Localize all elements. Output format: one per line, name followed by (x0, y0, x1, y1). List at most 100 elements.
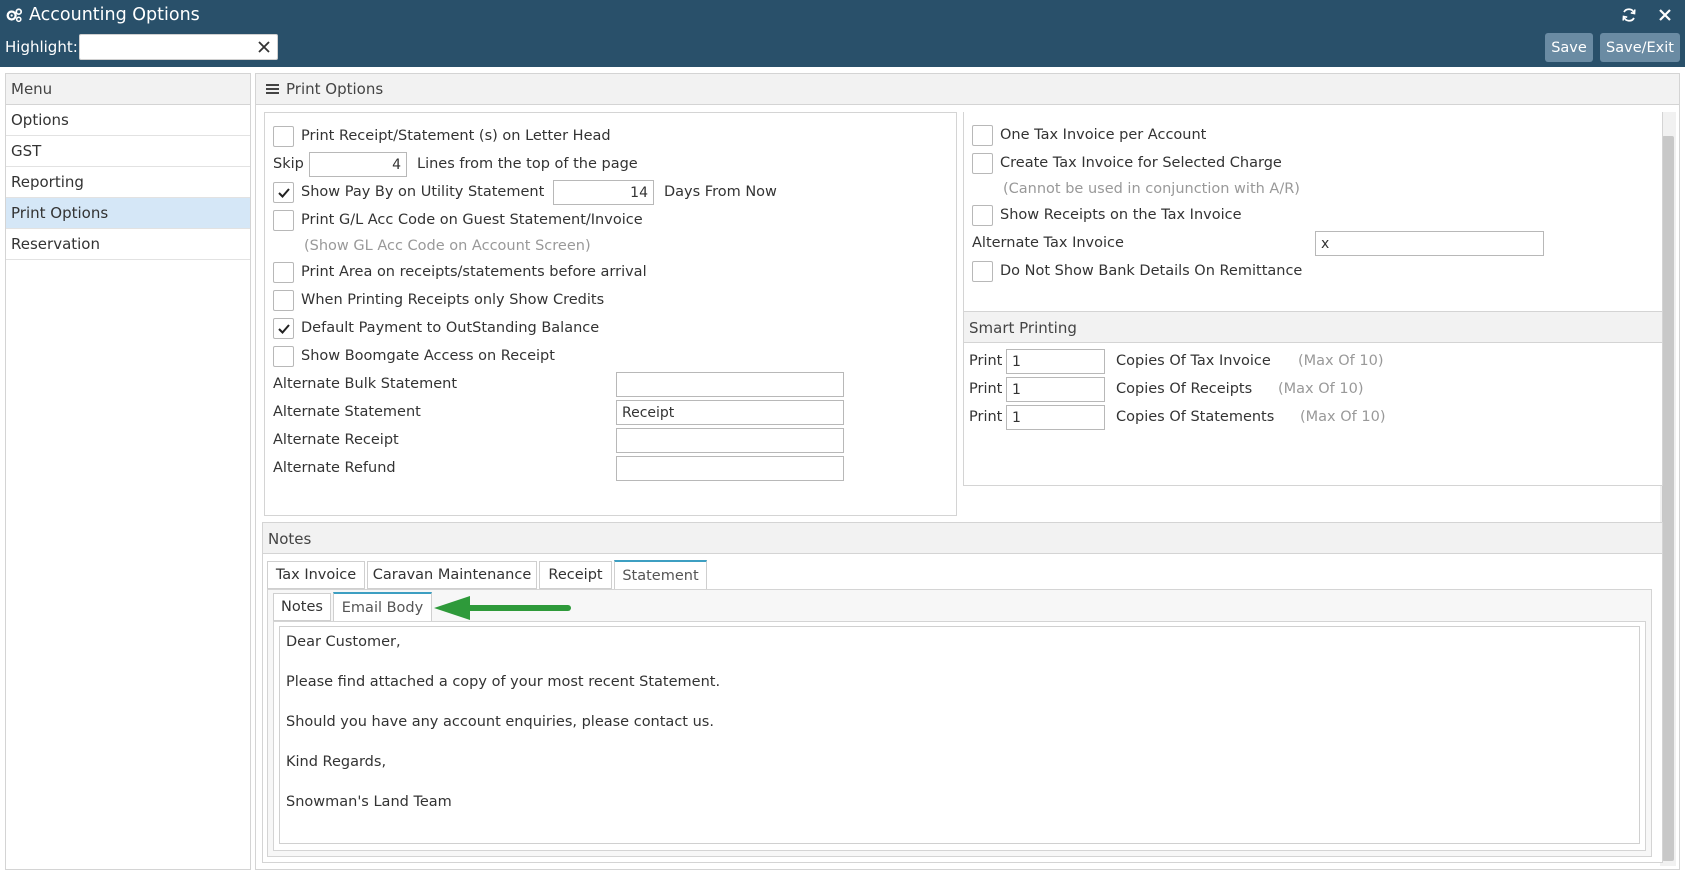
tab-tax-invoice[interactable]: Tax Invoice (267, 561, 365, 589)
no-bank-details-checkbox[interactable] (972, 261, 993, 282)
menu-header: Menu (6, 74, 250, 105)
print-gl-code-checkbox[interactable] (273, 210, 294, 231)
statements-max-label: (Max Of 10) (1300, 409, 1386, 425)
print-prefix-label: Print (969, 409, 1003, 425)
highlight-input[interactable] (84, 37, 254, 57)
email-body-editor[interactable]: Dear Customer, Please find attached a co… (279, 626, 1640, 844)
left-options-group: Print Receipt/Statement (s) on Letter He… (264, 112, 957, 516)
email-line: Kind Regards, (286, 754, 387, 770)
save-exit-button[interactable]: Save/Exit (1600, 33, 1680, 62)
notes-header: Notes (263, 523, 1662, 554)
print-letterhead-label: Print Receipt/Statement (s) on Letter He… (301, 128, 611, 144)
email-line: Should you have any account enquiries, p… (286, 714, 714, 730)
receipts-max-label: (Max Of 10) (1278, 381, 1364, 397)
skip-label: Skip (273, 156, 304, 172)
show-receipts-label: Show Receipts on the Tax Invoice (1000, 207, 1242, 223)
alt-receipt-input[interactable] (616, 428, 844, 453)
tax-invoice-copies-input[interactable] (1006, 349, 1105, 374)
one-tax-invoice-label: One Tax Invoice per Account (1000, 127, 1207, 143)
email-line: Please find attached a copy of your most… (286, 674, 721, 690)
no-bank-details-label: Do Not Show Bank Details On Remittance (1000, 263, 1303, 279)
menu-item-reservation[interactable]: Reservation (6, 229, 250, 260)
print-gl-code-label: Print G/L Acc Code on Guest Statement/In… (301, 212, 643, 228)
alt-bulk-statement-input[interactable] (616, 372, 844, 397)
alt-statement-input[interactable] (616, 400, 844, 425)
annotation-arrow-icon (434, 596, 571, 620)
refresh-button[interactable] (1618, 4, 1640, 26)
tax-invoice-selected-checkbox[interactable] (972, 153, 993, 174)
days-from-now-input[interactable] (553, 180, 654, 205)
menu-item-reporting[interactable]: Reporting (6, 167, 250, 198)
tab-statement[interactable]: Statement (614, 560, 707, 590)
gl-code-hint: (Show GL Acc Code on Account Screen) (304, 238, 591, 254)
notes-title: Notes (268, 530, 312, 548)
skip-lines-input[interactable] (309, 152, 407, 177)
default-payment-checkbox[interactable] (273, 318, 294, 339)
smart-printing-title: Smart Printing (969, 319, 1077, 337)
print-prefix-label: Print (969, 353, 1003, 369)
alt-receipt-label: Alternate Receipt (273, 432, 399, 448)
statements-copies-label: Copies Of Statements (1116, 409, 1275, 425)
smart-printing-group: Smart Printing Print Copies Of Tax Invoi… (963, 311, 1663, 486)
gears-icon (6, 7, 23, 22)
close-icon (1659, 9, 1671, 21)
receipts-copies-label: Copies Of Receipts (1116, 381, 1253, 397)
only-credits-label: When Printing Receipts only Show Credits (301, 292, 605, 308)
print-options-panel: Print Options Print Receipt/Statement (s… (255, 73, 1680, 870)
save-button[interactable]: Save (1545, 33, 1593, 62)
tax-invoice-hint: (Cannot be used in conjunction with A/R) (1003, 181, 1300, 197)
tab-caravan-maintenance[interactable]: Caravan Maintenance (367, 561, 537, 589)
menu-icon (266, 84, 279, 94)
alt-refund-label: Alternate Refund (273, 460, 396, 476)
print-letterhead-checkbox[interactable] (273, 126, 294, 147)
alt-refund-input[interactable] (616, 456, 844, 481)
alt-bulk-statement-label: Alternate Bulk Statement (273, 376, 458, 392)
highlight-label: Highlight: (5, 38, 78, 56)
alt-tax-invoice-label: Alternate Tax Invoice (972, 235, 1124, 251)
side-menu: Menu Options GST Reporting Print Options… (5, 73, 251, 870)
notes-group: Notes Tax Invoice Caravan Maintenance Re… (262, 522, 1663, 863)
panel-header: Print Options (256, 74, 1679, 105)
subtab-notes[interactable]: Notes (273, 593, 331, 621)
only-credits-checkbox[interactable] (273, 290, 294, 311)
receipts-copies-input[interactable] (1006, 377, 1105, 402)
panel-title: Print Options (286, 80, 384, 98)
menu-item-print-options[interactable]: Print Options (6, 198, 250, 229)
statement-tab-content: Notes Email Body Dear Customer, Please f… (267, 589, 1652, 857)
statements-copies-input[interactable] (1006, 405, 1105, 430)
print-prefix-label: Print (969, 381, 1003, 397)
clear-icon[interactable] (257, 40, 271, 54)
alt-tax-invoice-input[interactable] (1315, 231, 1544, 256)
boomgate-checkbox[interactable] (273, 346, 294, 367)
email-line: Snowman's Land Team (286, 794, 452, 810)
window-title: Accounting Options (29, 5, 200, 25)
tab-receipt[interactable]: Receipt (539, 561, 612, 589)
checkmark-icon (278, 188, 290, 198)
scrollbar-thumb[interactable] (1662, 136, 1674, 861)
right-options-group: One Tax Invoice per Account Create Tax I… (963, 112, 1663, 324)
show-receipts-checkbox[interactable] (972, 205, 993, 226)
default-payment-label: Default Payment to OutStanding Balance (301, 320, 600, 336)
boomgate-label: Show Boomgate Access on Receipt (301, 348, 555, 364)
tax-invoice-copies-label: Copies Of Tax Invoice (1116, 353, 1271, 369)
highlight-field (79, 34, 278, 60)
skip-suffix-label: Lines from the top of the page (417, 156, 638, 172)
print-area-label: Print Area on receipts/statements before… (301, 264, 647, 280)
alt-statement-label: Alternate Statement (273, 404, 421, 420)
email-line: Dear Customer, (286, 634, 401, 650)
subtab-email-body[interactable]: Email Body (333, 592, 432, 622)
days-from-now-label: Days From Now (664, 184, 777, 200)
show-pay-by-checkbox[interactable] (273, 182, 294, 203)
smart-printing-header: Smart Printing (964, 312, 1662, 343)
checkmark-icon (278, 324, 290, 334)
menu-item-options[interactable]: Options (6, 105, 250, 136)
tax-invoice-selected-label: Create Tax Invoice for Selected Charge (1000, 155, 1282, 171)
menu-item-gst[interactable]: GST (6, 136, 250, 167)
one-tax-invoice-checkbox[interactable] (972, 125, 993, 146)
tax-invoice-max-label: (Max Of 10) (1298, 353, 1384, 369)
print-area-checkbox[interactable] (273, 262, 294, 283)
show-pay-by-label: Show Pay By on Utility Statement (301, 184, 545, 200)
title-bar: Accounting Options Highlight: Save Save/… (0, 0, 1685, 67)
close-button[interactable] (1654, 4, 1676, 26)
email-body-frame: Dear Customer, Please find attached a co… (273, 621, 1646, 851)
